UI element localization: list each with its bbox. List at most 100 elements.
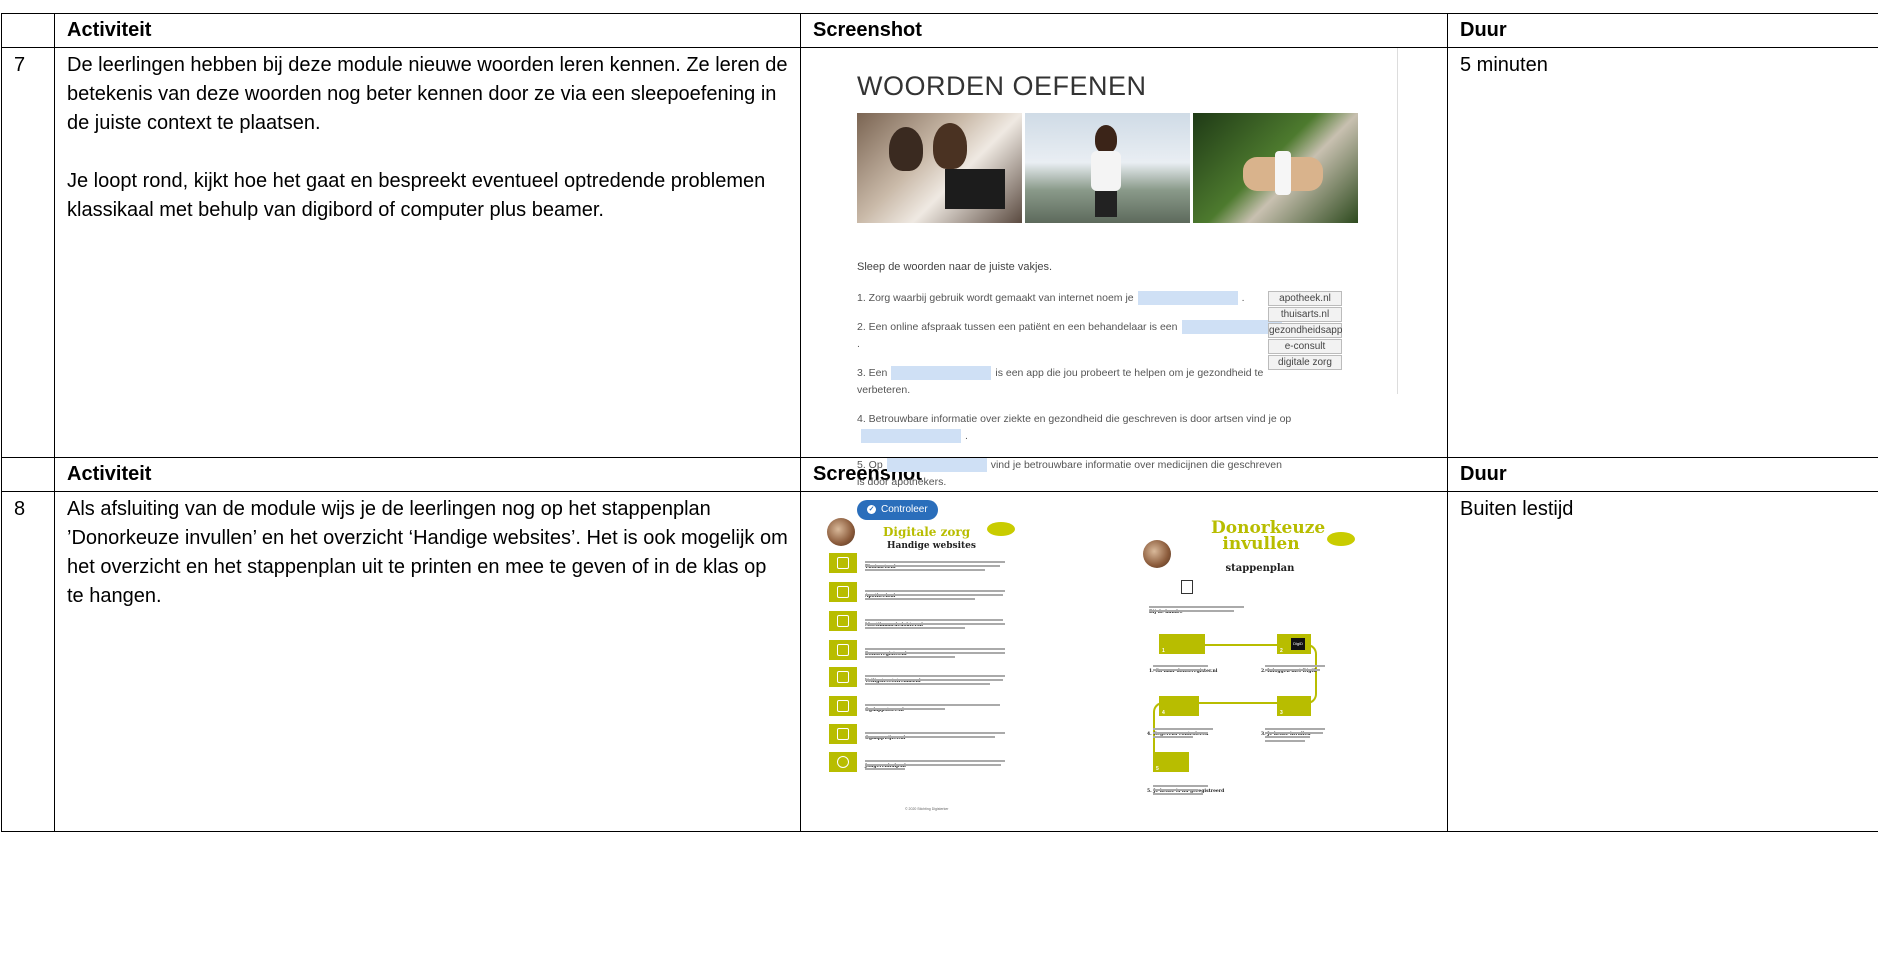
runner-head [1095,125,1117,153]
digisterker-logo [1143,540,1171,568]
row-8: 8 Als afsluiting van de module wijs je d… [1,491,1878,832]
drop-zone[interactable] [891,366,992,381]
text-line [865,561,1005,563]
website-item: Apotheek.nl [829,582,1029,602]
screenshot-cell: WOORDEN OEFENEN Sleep de woorden naar de… [800,47,1448,520]
duration-cell: Buiten lestijd [1447,491,1878,832]
text-line [1149,610,1234,612]
lesson-table: Activiteit Screenshot Duur 7 De leerling… [1,13,1878,832]
text-line [1265,740,1305,742]
poster-footer: © 2020 Stichting Digisterker [905,807,949,811]
number-header-cell [1,457,55,492]
website-tile [829,553,857,573]
word-option[interactable]: digitale zorg [1268,355,1342,370]
drop-zone[interactable] [1181,320,1282,335]
poster-title: Donorkeuze invullen [1211,518,1326,554]
drop-zone[interactable] [861,429,961,444]
exercise-instruction: Sleep de woorden naar de juiste vakjes. [857,261,1053,273]
digid-icon: DigiD [1291,638,1305,650]
duration-header: Duur [1447,457,1878,492]
website-tile [829,696,857,716]
step-1-tile: 1 [1159,634,1205,654]
duration-header: Duur [1447,13,1878,48]
document-icon [1181,580,1193,594]
word-option[interactable]: gezondheidsapp [1268,323,1342,338]
text-line [865,598,975,600]
text-line [1265,665,1325,667]
hand-icon [837,644,849,656]
text-line [865,679,1003,681]
step-title: 2. Inloggen met DigiD [1261,669,1317,674]
website-item: Thuisarts.nl [829,553,1029,573]
chat-icon [837,756,849,768]
step-3-tile: 3 [1277,696,1311,716]
runner-shorts [1095,191,1117,217]
laptop-shape [945,169,1005,209]
website-item: Donorregister.nl [829,640,1029,660]
question-text: . [1241,292,1245,304]
poster-subtitle: stappenplan [1225,563,1295,574]
question-text: 4. Betrouwbare informatie over ziekte en… [857,413,1292,425]
drop-zone[interactable] [886,458,987,473]
students-laptop-photo [857,113,1022,223]
website-item: Ogaappwijzer.nl [829,724,1029,744]
text-line [865,764,1001,766]
website-name: Moetiknaardedokter.nl [865,623,923,628]
text-line [865,760,1005,762]
phone-icon [837,700,849,712]
doctor-icon [837,615,849,627]
runner-photo [1025,113,1190,223]
text-line [865,623,1005,625]
word-options: apotheek.nl thuisarts.nl gezondheidsapp … [1268,291,1342,371]
website-item: Veiligstreetstreams.nl [829,667,1029,687]
text-line [865,648,1005,650]
word-option[interactable]: thuisarts.nl [1268,307,1342,322]
website-tile [829,724,857,744]
activity-text: De leerlingen hebben bij deze module nie… [67,54,788,134]
text-line [865,675,1005,677]
word-option[interactable]: e-consult [1268,339,1342,354]
website-tile [829,640,857,660]
exercise-screenshot: WOORDEN OEFENEN Sleep de woorden naar de… [857,58,1397,520]
question-text: . [857,338,860,350]
row-number: 8 [1,491,55,832]
header-row: Activiteit Screenshot Duur [1,13,1878,48]
website-name: Ogaappwijzer.nl [865,736,906,741]
activity-cell: De leerlingen hebben bij deze module nie… [54,47,801,458]
screenshot-header: Screenshot [800,13,1448,48]
photo-strip [857,113,1397,223]
question-5: 5. Op vind je betrouwbare informatie over… [857,457,1287,491]
text-line [1265,669,1320,671]
step-title: 1. Ga naar donorregister.nl [1149,669,1218,674]
row-7: 7 De leerlingen hebben bij deze module n… [1,47,1878,520]
divider [1397,48,1398,394]
person-figure [933,123,967,169]
intro-heading: Bij de hand... [1149,610,1183,615]
doe-je-digitaal-badge [987,522,1015,536]
row-number: 7 [1,47,55,458]
step-5-tile: 5 [1153,752,1189,772]
duration-cell: 5 minuten [1447,47,1878,458]
website-tile [829,611,857,631]
donor-stappenplan-poster: Donorkeuze invullen stappenplan Bij de h… [1139,520,1359,810]
text-line [1153,793,1203,795]
website-item: Moetiknaardedokter.nl [829,611,1029,631]
runner-shirt [1091,151,1121,191]
website-tile [829,667,857,687]
text-line [1153,728,1213,730]
question-4: 4. Betrouwbare informatie over ziekte en… [857,411,1297,445]
phone-icon [837,728,849,740]
drop-zone[interactable] [1137,291,1238,306]
text-line [1153,665,1208,667]
text-line [1153,785,1208,787]
website-name: Apotheek.nl [865,594,896,599]
doe-je-digitaal-badge [1327,532,1355,546]
word-option[interactable]: apotheek.nl [1268,291,1342,306]
website-name: Jongerenhulp.nl [865,764,906,769]
text-line [865,594,1003,596]
text-line [865,590,1005,592]
text-line [1149,606,1244,608]
doctor-icon [837,557,849,569]
website-tile [829,752,857,772]
number-header-cell [1,13,55,48]
